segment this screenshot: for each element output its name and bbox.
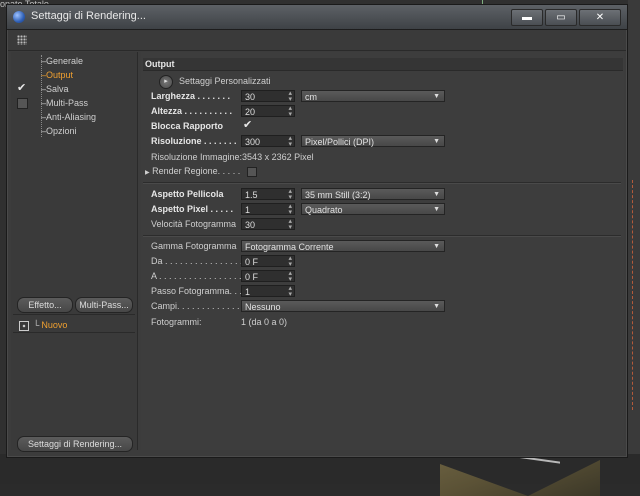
section-divider bbox=[143, 182, 621, 183]
stepper-icon[interactable]: ▴ ▾ bbox=[288, 105, 292, 118]
passo-input[interactable]: 1 ▴ ▾ bbox=[241, 285, 295, 298]
title-bar[interactable]: Settaggi di Rendering... ▬ ▭ ✕ bbox=[7, 5, 627, 30]
maximize-button[interactable]: ▭ bbox=[545, 9, 577, 26]
multipass-checkbox[interactable] bbox=[17, 98, 28, 109]
campi-select[interactable]: Nessuno ▼ bbox=[241, 300, 445, 312]
left-panel: –Generale –Output ✔ –Salva –Multi-Pass –… bbox=[11, 52, 138, 452]
multipass-button[interactable]: Multi-Pass... bbox=[75, 297, 133, 313]
minimize-button[interactable]: ▬ bbox=[511, 9, 543, 26]
tree-item-opzioni[interactable]: –Opzioni bbox=[41, 124, 77, 138]
tree-item-generale[interactable]: –Generale bbox=[41, 54, 83, 68]
larghezza-label: Larghezza . . . . . . . bbox=[151, 91, 231, 101]
da-label: Da . . . . . . . . . . . . . . . . bbox=[151, 256, 243, 266]
altezza-input[interactable]: 20 ▴ ▾ bbox=[241, 105, 295, 118]
aspetto-pellicola-input[interactable]: 1.5 ▴ ▾ bbox=[241, 188, 295, 201]
stepper-icon[interactable]: ▴ ▾ bbox=[288, 203, 292, 216]
risoluzione-label: Risoluzione . . . . . . . bbox=[151, 136, 237, 146]
passo-label: Passo Fotogramma. . . bbox=[151, 286, 243, 296]
aspetto-pixel-select[interactable]: Quadrato ▼ bbox=[301, 203, 445, 215]
fotogrammi-label: Fotogrammi: bbox=[151, 317, 202, 327]
viewport-right-strip bbox=[628, 0, 640, 484]
stepper-icon[interactable]: ▴ ▾ bbox=[288, 188, 292, 201]
salva-checkbox[interactable]: ✔ bbox=[17, 83, 26, 94]
fotogrammi-value: 1 (da 0 a 0) bbox=[241, 317, 288, 327]
risoluzione-immagine-label: Risoluzione Immagine: bbox=[151, 152, 243, 162]
expand-arrow-icon[interactable]: ▶ bbox=[145, 170, 150, 176]
stepper-icon[interactable]: ▴ ▾ bbox=[288, 255, 292, 268]
aspetto-pixel-label: Aspetto Pixel . . . . . bbox=[151, 204, 234, 214]
gamma-select[interactable]: Fotogramma Corrente ▼ bbox=[241, 240, 445, 252]
aspetto-pellicola-select[interactable]: 35 mm Still (3:2) ▼ bbox=[301, 188, 445, 200]
gamma-label: Gamma Fotogramma bbox=[151, 241, 237, 251]
effetto-button[interactable]: Effetto... bbox=[17, 297, 73, 313]
chevron-down-icon: ▼ bbox=[433, 93, 440, 100]
larghezza-input[interactable]: 30 ▴ ▾ bbox=[241, 90, 295, 103]
risoluzione-input[interactable]: 300 ▴ ▾ bbox=[241, 135, 295, 148]
altezza-label: Altezza . . . . . . . . . . bbox=[151, 106, 233, 116]
stepper-icon[interactable]: ▴ ▾ bbox=[288, 90, 292, 103]
render-regione-label: Render Regione. . . . . bbox=[152, 166, 241, 176]
stepper-icon[interactable]: ▴ ▾ bbox=[288, 270, 292, 283]
velocita-input[interactable]: 30 ▴ ▾ bbox=[241, 218, 295, 231]
velocita-label: Velocità Fotogramma bbox=[151, 219, 237, 229]
window-controls: ▬ ▭ ✕ bbox=[511, 9, 621, 26]
output-panel: Output ▸ Settaggi Personalizzati Larghez… bbox=[141, 52, 624, 450]
left-divider-2 bbox=[13, 332, 135, 333]
tree-item-salva[interactable]: –Salva bbox=[41, 82, 69, 96]
chevron-down-icon: ▼ bbox=[433, 191, 440, 198]
preset-menu-icon[interactable]: ▸ bbox=[159, 75, 173, 89]
render-regione-row: ▶ Render Regione. . . . . bbox=[145, 164, 240, 178]
campi-label: Campi. . . . . . . . . . . . . bbox=[151, 301, 240, 311]
tree-item-output[interactable]: –Output bbox=[41, 68, 73, 82]
larghezza-unit-select[interactable]: cm ▼ bbox=[301, 90, 445, 102]
blocca-checkbox[interactable]: ✔ bbox=[243, 118, 252, 131]
window-title: Settaggi di Rendering... bbox=[31, 10, 146, 22]
preset-item-nuovo[interactable]: └ Nuovo bbox=[19, 318, 67, 332]
left-divider bbox=[13, 314, 135, 315]
chevron-down-icon: ▼ bbox=[433, 303, 440, 310]
chevron-down-icon: ▼ bbox=[433, 206, 440, 213]
stepper-icon[interactable]: ▴ ▾ bbox=[288, 135, 292, 148]
app-logo-icon bbox=[13, 11, 25, 23]
close-button[interactable]: ✕ bbox=[579, 9, 621, 26]
render-regione-checkbox[interactable] bbox=[247, 167, 257, 177]
chevron-down-icon: ▼ bbox=[433, 243, 440, 250]
grid-menu-icon[interactable] bbox=[17, 35, 27, 45]
risoluzione-immagine-value: 3543 x 2362 Pixel bbox=[242, 152, 314, 162]
render-preset-icon bbox=[19, 320, 29, 331]
render-settings-button[interactable]: Settaggi di Rendering... bbox=[17, 436, 133, 452]
section-divider bbox=[143, 235, 621, 236]
a-label: A . . . . . . . . . . . . . . . . . bbox=[151, 271, 242, 281]
render-settings-window: Settaggi di Rendering... ▬ ▭ ✕ –Generale… bbox=[6, 4, 628, 458]
blocca-label: Blocca Rapporto bbox=[151, 121, 224, 131]
risoluzione-unit-select[interactable]: Pixel/Pollici (DPI) ▼ bbox=[301, 135, 445, 147]
chevron-down-icon: ▼ bbox=[433, 138, 440, 145]
tree-item-multipass[interactable]: –Multi-Pass bbox=[41, 96, 88, 110]
a-input[interactable]: 0 F ▴ ▾ bbox=[241, 270, 295, 283]
stepper-icon[interactable]: ▴ ▾ bbox=[288, 218, 292, 231]
risoluzione-immagine-row: Risoluzione Immagine:3543 x 2362 Pixel bbox=[151, 150, 314, 164]
aspetto-pixel-input[interactable]: 1 ▴ ▾ bbox=[241, 203, 295, 216]
tree-item-antialiasing[interactable]: –Anti-Aliasing bbox=[41, 110, 96, 124]
output-section-header: Output bbox=[143, 58, 623, 71]
da-input[interactable]: 0 F ▴ ▾ bbox=[241, 255, 295, 268]
aspetto-pellicola-label: Aspetto Pellicola bbox=[151, 189, 224, 199]
preset-label: Settaggi Personalizzati bbox=[179, 76, 271, 86]
toolbar bbox=[8, 30, 626, 51]
stepper-icon[interactable]: ▴ ▾ bbox=[288, 285, 292, 298]
